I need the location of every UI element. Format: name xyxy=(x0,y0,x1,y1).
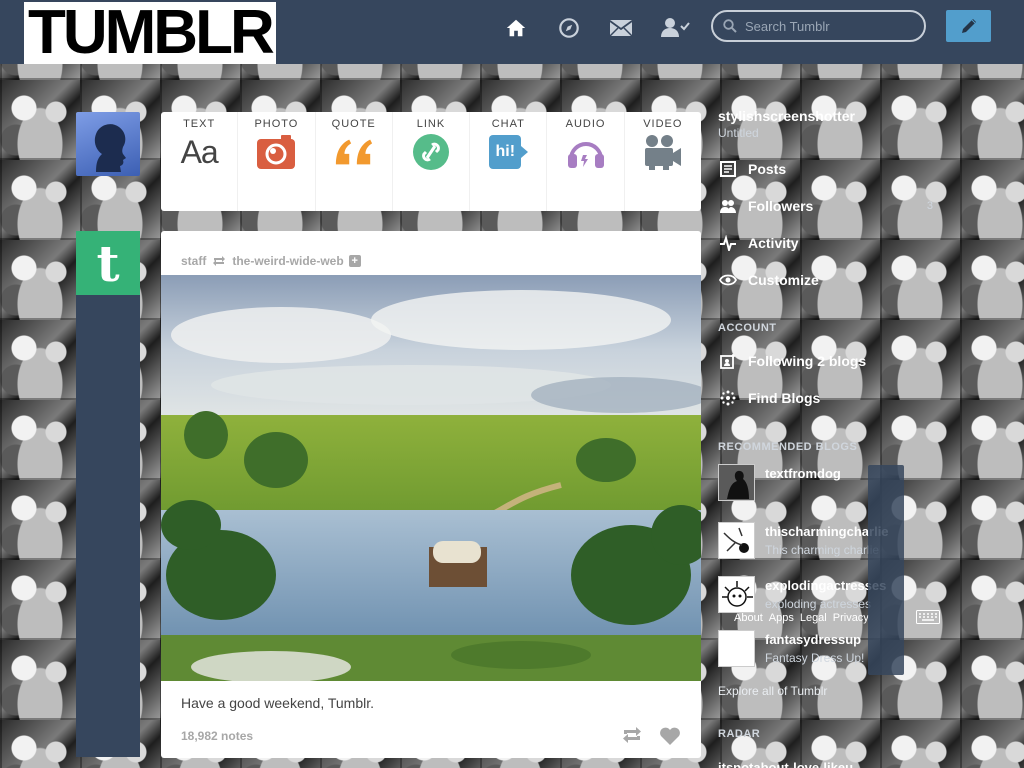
post-type-label: PHOTO xyxy=(254,118,299,130)
text-aa-icon: Aa xyxy=(180,133,219,170)
like-heart-icon[interactable] xyxy=(659,726,681,746)
staff-avatar[interactable]: t xyxy=(76,231,140,295)
post-composer: TEXT Aa PHOTO QUOTE LINK CHAT hi! AUDIO xyxy=(161,112,701,211)
reblog-icon[interactable] xyxy=(621,726,643,746)
home-icon[interactable] xyxy=(502,14,530,42)
post-type-label: AUDIO xyxy=(565,118,606,130)
recommended-heading: RECOMMENDED BLOGS xyxy=(718,441,858,453)
posts-icon xyxy=(718,159,738,179)
eye-icon xyxy=(718,270,738,290)
camera-icon xyxy=(256,134,296,170)
post-type-text[interactable]: TEXT Aa xyxy=(161,112,239,211)
recommended-avatar xyxy=(718,464,755,501)
sidebar-item-find-blogs[interactable]: Find Blogs xyxy=(718,383,933,413)
explore-link[interactable]: Explore all of Tumblr xyxy=(718,684,827,698)
account-heading: ACCOUNT xyxy=(718,322,777,334)
activity-icon xyxy=(718,233,738,253)
footer-link-legal[interactable]: Legal xyxy=(800,612,827,624)
recommended-avatar xyxy=(718,576,755,613)
post-type-label: VIDEO xyxy=(643,118,683,130)
post-image[interactable] xyxy=(161,275,701,681)
post-type-video[interactable]: VIDEO xyxy=(625,112,701,211)
post-author[interactable]: staff xyxy=(181,254,206,268)
radar-blog[interactable]: itsnotabout-love-likeu xyxy=(718,752,933,768)
mail-icon[interactable] xyxy=(607,14,635,42)
search-icon xyxy=(723,19,737,33)
sidebar-item-followers[interactable]: Followers 3 xyxy=(718,191,933,221)
video-camera-icon xyxy=(643,134,683,170)
left-rail xyxy=(76,295,140,757)
sidebar-blog-subtitle: Untitled xyxy=(718,126,759,140)
post-type-link[interactable]: LINK xyxy=(393,112,471,211)
post-type-photo[interactable]: PHOTO xyxy=(238,112,316,211)
keyboard-icon[interactable] xyxy=(916,610,940,629)
reblogged-from[interactable]: the-weird-wide-web xyxy=(232,254,343,268)
search-input[interactable] xyxy=(745,18,915,34)
quote-icon xyxy=(334,134,374,170)
silhouette-icon xyxy=(94,124,126,172)
sidebar-item-customize[interactable]: Customize xyxy=(718,265,933,295)
post-type-audio[interactable]: AUDIO xyxy=(547,112,625,211)
post-type-label: QUOTE xyxy=(331,118,376,130)
compose-button[interactable] xyxy=(946,10,991,42)
footer-link-about[interactable]: About xyxy=(734,612,763,624)
user-avatar[interactable] xyxy=(76,112,140,176)
chat-icon: hi! xyxy=(488,134,529,170)
post-caption: Have a good weekend, Tumblr. xyxy=(181,695,375,711)
notes-count[interactable]: 18,982 notes xyxy=(181,729,253,743)
link-icon xyxy=(411,134,451,170)
post-type-label: CHAT xyxy=(491,118,525,130)
popover-scroll-shadow xyxy=(868,465,904,675)
post-type-label: LINK xyxy=(416,118,446,130)
pencil-icon xyxy=(959,16,979,36)
headphones-icon xyxy=(566,134,606,170)
sidebar-item-following[interactable]: Following 2 blogs xyxy=(718,346,933,376)
recommended-avatar xyxy=(718,522,755,559)
radar-heading: RADAR xyxy=(718,728,761,740)
following-icon xyxy=(718,351,738,371)
reblog-small-icon xyxy=(212,255,226,267)
dashboard-post: staff the-weird-wide-web + Have a good w… xyxy=(161,231,701,758)
footer-link-privacy[interactable]: Privacy xyxy=(833,612,869,624)
footer-link-apps[interactable]: Apps xyxy=(769,612,794,624)
staff-avatar-glyph: t xyxy=(96,233,120,293)
recommended-avatar xyxy=(718,630,755,667)
account-icon[interactable] xyxy=(660,14,692,42)
sidebar-item-posts[interactable]: Posts xyxy=(718,154,933,184)
post-type-chat[interactable]: CHAT hi! xyxy=(470,112,548,211)
footer-links: About Apps Legal Privacy xyxy=(734,612,869,624)
search-box[interactable] xyxy=(711,10,926,42)
post-footer: 18,982 notes xyxy=(161,714,701,758)
post-type-label: TEXT xyxy=(183,118,216,130)
post-type-quote[interactable]: QUOTE xyxy=(316,112,393,211)
sidebar-item-activity[interactable]: Activity xyxy=(718,228,933,258)
find-blogs-icon xyxy=(718,388,738,408)
top-bar: TUMBLR xyxy=(0,0,1024,64)
compass-icon[interactable] xyxy=(555,14,583,42)
follow-plus-icon[interactable]: + xyxy=(348,255,361,267)
followers-icon xyxy=(718,196,738,216)
tumblr-logo[interactable]: TUMBLR xyxy=(24,2,276,64)
post-header: staff the-weird-wide-web + xyxy=(161,231,701,275)
sidebar-blog-name[interactable]: stylishscreenshotter xyxy=(718,108,855,124)
